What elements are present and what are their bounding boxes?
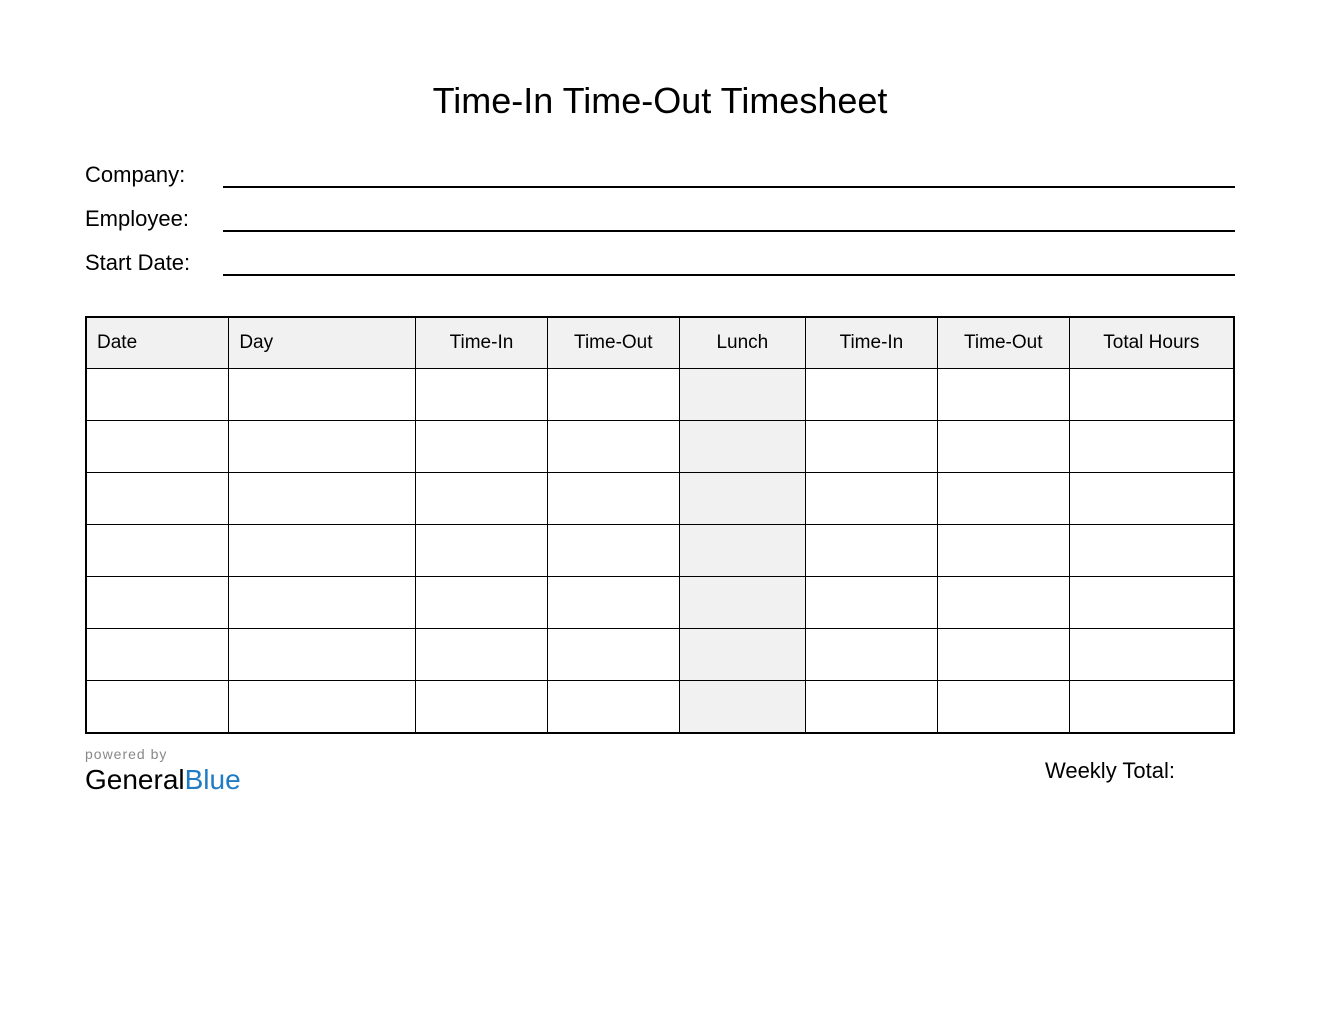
timesheet-table: Date Day Time-In Time-Out Lunch Time-In … — [85, 316, 1235, 734]
cell-lunch[interactable] — [679, 525, 805, 577]
weekly-total-label: Weekly Total: — [1045, 758, 1175, 783]
cell-time_in_2[interactable] — [806, 577, 938, 629]
cell-day[interactable] — [229, 577, 416, 629]
cell-total_hours[interactable] — [1069, 681, 1234, 733]
company-row: Company: — [85, 162, 1235, 188]
cell-lunch[interactable] — [679, 681, 805, 733]
table-header-row: Date Day Time-In Time-Out Lunch Time-In … — [86, 317, 1234, 369]
cell-total_hours[interactable] — [1069, 369, 1234, 421]
cell-time_out_1[interactable] — [547, 473, 679, 525]
cell-time_in_2[interactable] — [806, 369, 938, 421]
table-row — [86, 473, 1234, 525]
cell-date[interactable] — [86, 681, 229, 733]
company-label: Company: — [85, 162, 215, 188]
cell-time_in_1[interactable] — [416, 369, 548, 421]
cell-time_out_2[interactable] — [937, 525, 1069, 577]
cell-lunch[interactable] — [679, 577, 805, 629]
cell-time_out_2[interactable] — [937, 629, 1069, 681]
cell-time_in_1[interactable] — [416, 629, 548, 681]
header-time-out-1: Time-Out — [547, 317, 679, 369]
cell-time_out_2[interactable] — [937, 473, 1069, 525]
powered-by-label: powered by — [85, 746, 241, 762]
weekly-total: Weekly Total: — [1045, 758, 1175, 784]
cell-date[interactable] — [86, 369, 229, 421]
logo-blue: Blue — [185, 764, 241, 795]
header-time-in-2: Time-In — [806, 317, 938, 369]
cell-lunch[interactable] — [679, 369, 805, 421]
cell-time_out_2[interactable] — [937, 369, 1069, 421]
start-date-row: Start Date: — [85, 250, 1235, 276]
logo-general: General — [85, 764, 185, 795]
cell-day[interactable] — [229, 421, 416, 473]
cell-time_in_1[interactable] — [416, 473, 548, 525]
cell-time_out_1[interactable] — [547, 681, 679, 733]
page-title: Time-In Time-Out Timesheet — [85, 80, 1235, 122]
table-row — [86, 681, 1234, 733]
table-row — [86, 369, 1234, 421]
table-row — [86, 629, 1234, 681]
cell-date[interactable] — [86, 629, 229, 681]
table-row — [86, 525, 1234, 577]
cell-date[interactable] — [86, 525, 229, 577]
cell-time_in_2[interactable] — [806, 525, 938, 577]
header-lunch: Lunch — [679, 317, 805, 369]
table-row — [86, 577, 1234, 629]
cell-date[interactable] — [86, 421, 229, 473]
cell-time_in_2[interactable] — [806, 681, 938, 733]
employee-label: Employee: — [85, 206, 215, 232]
cell-total_hours[interactable] — [1069, 473, 1234, 525]
cell-time_in_1[interactable] — [416, 577, 548, 629]
header-date: Date — [86, 317, 229, 369]
header-total-hours: Total Hours — [1069, 317, 1234, 369]
cell-time_in_2[interactable] — [806, 421, 938, 473]
cell-lunch[interactable] — [679, 473, 805, 525]
cell-time_out_1[interactable] — [547, 629, 679, 681]
employee-row: Employee: — [85, 206, 1235, 232]
header-time-out-2: Time-Out — [937, 317, 1069, 369]
header-day: Day — [229, 317, 416, 369]
cell-time_out_2[interactable] — [937, 577, 1069, 629]
cell-time_out_2[interactable] — [937, 681, 1069, 733]
cell-day[interactable] — [229, 681, 416, 733]
start-date-label: Start Date: — [85, 250, 215, 276]
logo: GeneralBlue — [85, 764, 241, 796]
table-row — [86, 421, 1234, 473]
cell-time_out_1[interactable] — [547, 525, 679, 577]
cell-lunch[interactable] — [679, 629, 805, 681]
cell-day[interactable] — [229, 473, 416, 525]
cell-total_hours[interactable] — [1069, 629, 1234, 681]
branding: powered by GeneralBlue — [85, 746, 241, 796]
cell-time_out_1[interactable] — [547, 369, 679, 421]
cell-time_out_1[interactable] — [547, 577, 679, 629]
cell-date[interactable] — [86, 577, 229, 629]
cell-time_in_2[interactable] — [806, 629, 938, 681]
start-date-field[interactable] — [223, 252, 1235, 276]
cell-time_in_1[interactable] — [416, 525, 548, 577]
cell-total_hours[interactable] — [1069, 577, 1234, 629]
cell-time_in_1[interactable] — [416, 421, 548, 473]
footer: powered by GeneralBlue Weekly Total: — [85, 746, 1235, 796]
cell-day[interactable] — [229, 629, 416, 681]
cell-time_in_1[interactable] — [416, 681, 548, 733]
cell-lunch[interactable] — [679, 421, 805, 473]
cell-time_out_2[interactable] — [937, 421, 1069, 473]
company-field[interactable] — [223, 164, 1235, 188]
cell-time_out_1[interactable] — [547, 421, 679, 473]
cell-total_hours[interactable] — [1069, 525, 1234, 577]
cell-day[interactable] — [229, 525, 416, 577]
cell-day[interactable] — [229, 369, 416, 421]
cell-total_hours[interactable] — [1069, 421, 1234, 473]
info-section: Company: Employee: Start Date: — [85, 162, 1235, 276]
header-time-in-1: Time-In — [416, 317, 548, 369]
employee-field[interactable] — [223, 208, 1235, 232]
cell-date[interactable] — [86, 473, 229, 525]
cell-time_in_2[interactable] — [806, 473, 938, 525]
